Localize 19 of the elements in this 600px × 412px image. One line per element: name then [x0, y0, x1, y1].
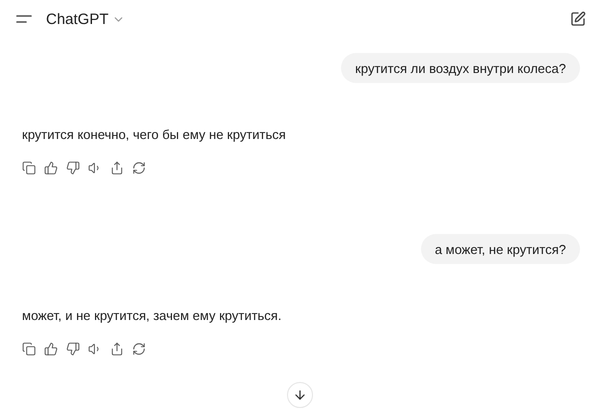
refresh-icon[interactable]: [132, 161, 146, 175]
share-icon[interactable]: [110, 161, 124, 175]
share-icon[interactable]: [110, 342, 124, 356]
thumbs-down-icon[interactable]: [66, 161, 80, 175]
new-chat-icon[interactable]: [570, 11, 586, 27]
thumbs-up-icon[interactable]: [44, 161, 58, 175]
assistant-message: крутится конечно, чего бы ему не крутиться: [21, 126, 287, 144]
arrow-down-icon: [293, 388, 307, 402]
menu-icon[interactable]: [14, 12, 34, 26]
copy-icon[interactable]: [22, 342, 36, 356]
user-message: крутится ли воздух внутри колеса?: [341, 53, 580, 83]
assistant-message: может, и не крутится, зачем ему крутиться.: [21, 307, 282, 325]
thumbs-down-icon[interactable]: [66, 342, 80, 356]
refresh-icon[interactable]: [132, 342, 146, 356]
thumbs-up-icon[interactable]: [44, 342, 58, 356]
copy-icon[interactable]: [22, 161, 36, 175]
user-message: а может, не крутится?: [420, 234, 580, 264]
scroll-down-button[interactable]: [287, 382, 313, 408]
model-selector[interactable]: ChatGPT: [46, 10, 125, 28]
